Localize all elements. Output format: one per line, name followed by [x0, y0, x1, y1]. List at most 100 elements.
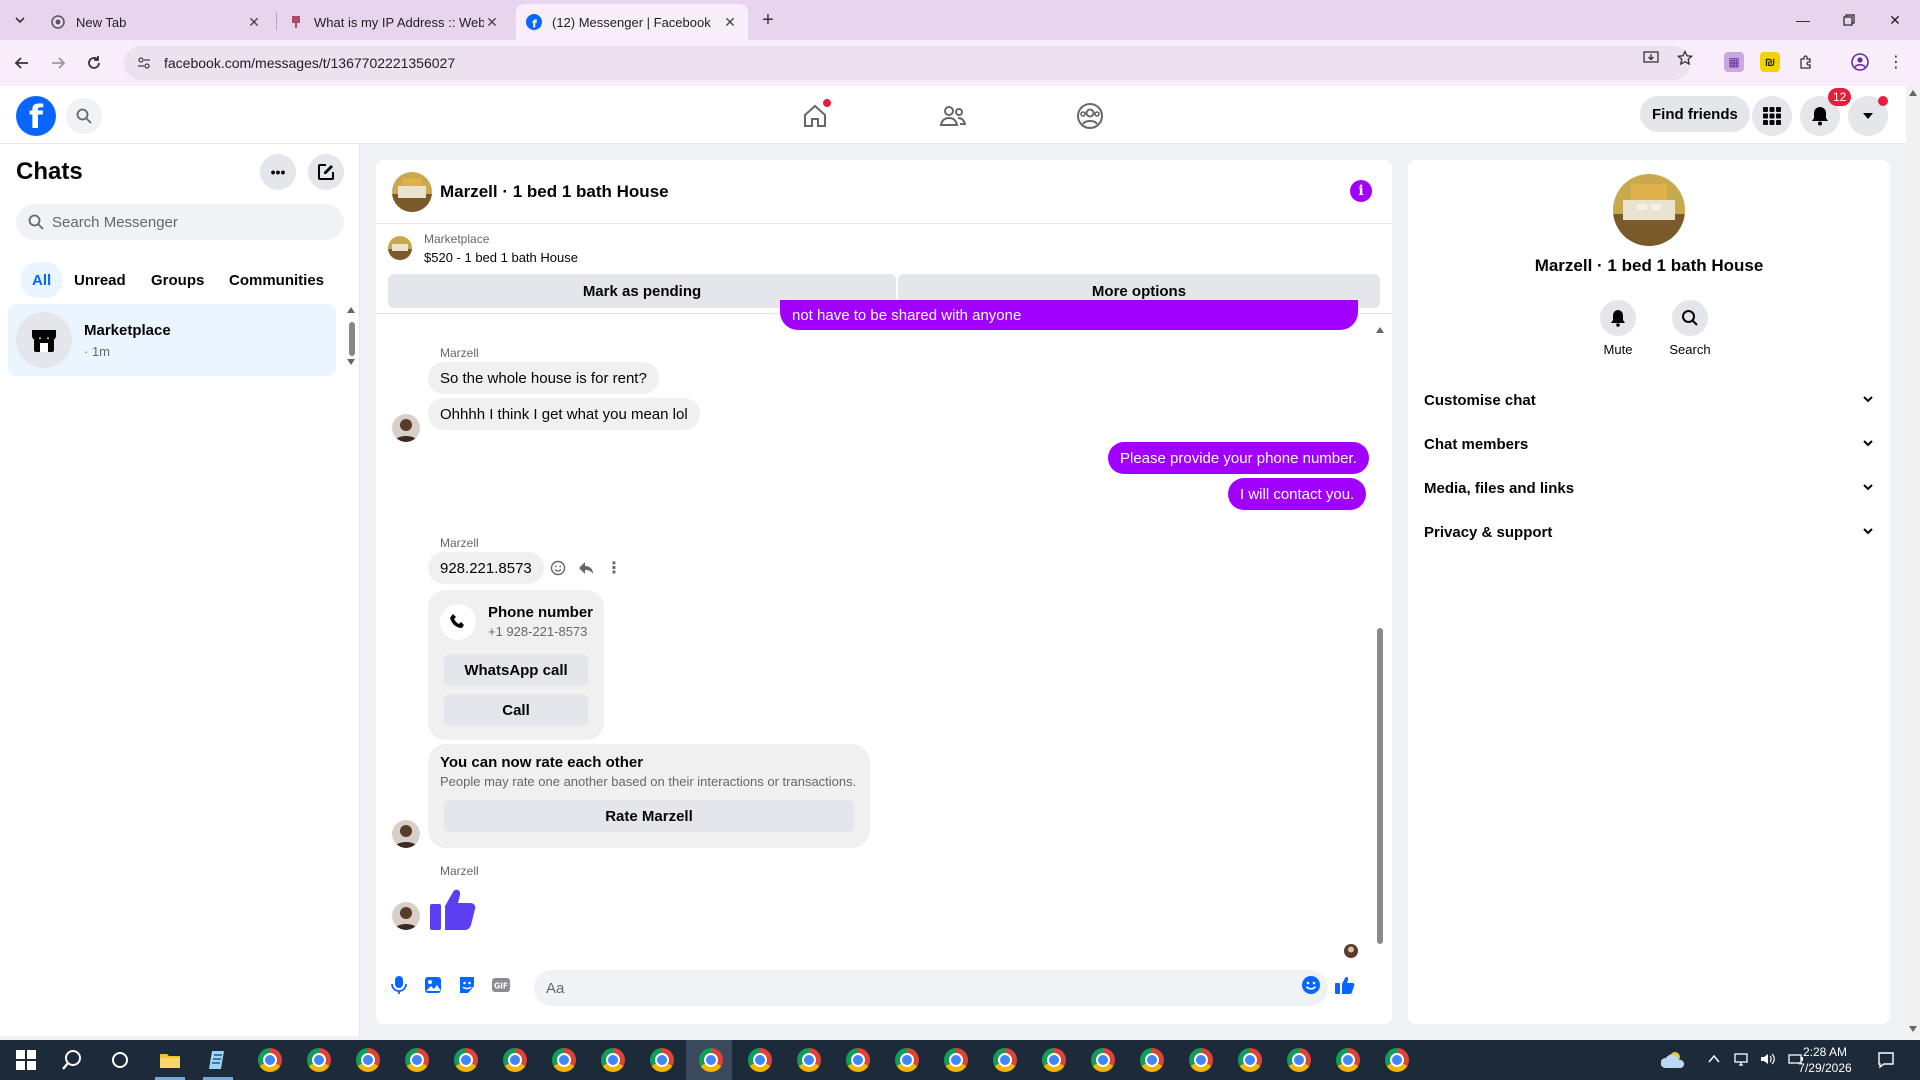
minimize-window-icon[interactable]: — — [1780, 0, 1826, 40]
chrome-taskbar-icon[interactable] — [942, 1046, 970, 1074]
browser-menu-kebab-icon[interactable]: ⋮ — [1886, 52, 1906, 72]
scrollbar-thumb[interactable] — [1377, 628, 1383, 944]
listing-avatar[interactable] — [392, 172, 432, 212]
chat-list-scrollbar[interactable] — [346, 306, 356, 366]
chrome-taskbar-icon[interactable] — [256, 1046, 284, 1074]
groups-icon[interactable] — [1072, 98, 1108, 134]
restore-window-icon[interactable] — [1826, 0, 1872, 40]
attach-image-icon[interactable] — [422, 974, 444, 996]
filter-tab-all[interactable]: All — [20, 262, 64, 298]
chrome-taskbar-icon[interactable] — [844, 1046, 872, 1074]
listing-profile-photo[interactable] — [1613, 174, 1685, 246]
listing-price-title[interactable]: $520 - 1 bed 1 bath House — [424, 250, 578, 265]
chrome-taskbar-icon[interactable] — [305, 1046, 333, 1074]
extensions-puzzle-icon[interactable] — [1796, 52, 1816, 72]
chrome-taskbar-icon[interactable] — [1138, 1046, 1166, 1074]
conversation-info-icon[interactable]: i — [1350, 180, 1372, 202]
bookmark-star-icon[interactable] — [1676, 49, 1694, 67]
reload-icon[interactable] — [82, 51, 106, 75]
chrome-taskbar-icon[interactable] — [893, 1046, 921, 1074]
new-tab-plus-icon[interactable]: + — [756, 8, 780, 32]
back-arrow-icon[interactable] — [10, 51, 34, 75]
react-emoji-icon[interactable] — [548, 558, 568, 578]
close-tab-icon[interactable]: ✕ — [246, 14, 262, 30]
incoming-message[interactable]: So the whole house is for rent? — [428, 362, 659, 394]
chat-list-item-marketplace[interactable]: Marketplace · 1m — [8, 304, 336, 376]
forward-arrow-icon[interactable] — [46, 51, 70, 75]
chrome-taskbar-icon[interactable] — [550, 1046, 578, 1074]
voice-clip-mic-icon[interactable] — [388, 974, 410, 996]
new-message-compose-icon[interactable] — [308, 154, 344, 190]
chrome-taskbar-icon[interactable] — [1187, 1046, 1215, 1074]
browser-tab-ip-address[interactable]: What is my IP Address :: WebB ✕ — [278, 4, 510, 40]
page-scrollbar[interactable] — [1906, 86, 1920, 1036]
search-messenger-input[interactable]: Search Messenger — [16, 204, 344, 240]
show-hidden-icons-chevron-icon[interactable] — [1708, 1053, 1720, 1067]
incoming-message[interactable]: Ohhhh I think I get what you mean lol — [428, 398, 700, 430]
chrome-taskbar-icon[interactable] — [1236, 1046, 1264, 1074]
message-input[interactable]: Aa — [534, 970, 1328, 1006]
scrollbar-thumb[interactable] — [349, 322, 355, 356]
send-like-thumb-icon[interactable] — [1334, 974, 1356, 996]
chrome-taskbar-icon[interactable] — [648, 1046, 676, 1074]
search-in-conversation-action[interactable]: Search — [1660, 300, 1720, 357]
tab-search-menu-icon[interactable] — [8, 8, 32, 32]
privacy-support-section[interactable]: Privacy & support — [1424, 512, 1874, 552]
weather-cloud-icon[interactable] — [1660, 1046, 1688, 1074]
browser-tab-messenger[interactable]: f (12) Messenger | Facebook ✕ — [516, 4, 748, 40]
chrome-taskbar-icon[interactable] — [991, 1046, 1019, 1074]
chrome-taskbar-icon[interactable] — [1334, 1046, 1362, 1074]
sticker-icon[interactable] — [456, 974, 478, 996]
outgoing-message[interactable]: Please provide your phone number. — [1108, 442, 1369, 474]
notepad-app-icon[interactable] — [204, 1046, 232, 1074]
facebook-logo-icon[interactable]: f — [16, 96, 56, 136]
call-button[interactable]: Call — [444, 694, 588, 726]
site-info-icon[interactable] — [136, 55, 152, 71]
facebook-search-icon[interactable] — [66, 98, 102, 134]
file-explorer-icon[interactable] — [156, 1046, 184, 1074]
address-bar[interactable]: facebook.com/messages/t/1367702221356027 — [124, 46, 1690, 80]
chrome-taskbar-icon[interactable] — [1285, 1046, 1313, 1074]
chrome-taskbar-icon[interactable] — [501, 1046, 529, 1074]
close-window-icon[interactable]: ✕ — [1872, 0, 1918, 40]
chat-options-more-icon[interactable]: ••• — [260, 154, 296, 190]
friends-icon[interactable] — [935, 98, 971, 134]
find-friends-button[interactable]: Find friends — [1640, 96, 1750, 132]
whatsapp-call-button[interactable]: WhatsApp call — [444, 654, 588, 686]
filter-tab-communities[interactable]: Communities — [217, 262, 336, 298]
menu-grid-icon[interactable] — [1752, 96, 1792, 136]
filter-tab-unread[interactable]: Unread — [62, 262, 138, 298]
close-tab-icon[interactable]: ✕ — [722, 14, 738, 30]
chrome-taskbar-icon[interactable] — [795, 1046, 823, 1074]
sender-avatar[interactable] — [392, 902, 420, 930]
chrome-taskbar-icon[interactable] — [746, 1046, 774, 1074]
sender-avatar[interactable] — [392, 820, 420, 848]
chrome-taskbar-icon[interactable] — [599, 1046, 627, 1074]
task-view-icon[interactable] — [106, 1046, 134, 1074]
network-icon[interactable] — [1734, 1052, 1748, 1069]
sender-avatar[interactable] — [392, 414, 420, 442]
chrome-taskbar-icon[interactable] — [1383, 1046, 1411, 1074]
profile-icon[interactable] — [1850, 52, 1870, 72]
chrome-taskbar-icon[interactable] — [403, 1046, 431, 1074]
taskbar-clock[interactable]: 2:28 AM 7/29/2026 — [1780, 1044, 1870, 1076]
thumbs-up-sticker-icon[interactable] — [428, 882, 480, 934]
chrome-taskbar-icon[interactable] — [1089, 1046, 1117, 1074]
chrome-taskbar-icon[interactable] — [697, 1046, 725, 1074]
chrome-taskbar-icon[interactable] — [1040, 1046, 1068, 1074]
extension-icon[interactable]: ₪ — [1760, 52, 1780, 72]
taskbar-search-icon[interactable] — [58, 1046, 86, 1074]
action-center-notification-icon[interactable] — [1872, 1046, 1900, 1074]
customise-chat-section[interactable]: Customise chat — [1424, 380, 1874, 420]
install-app-icon[interactable] — [1642, 49, 1660, 67]
reply-icon[interactable] — [576, 558, 596, 578]
mute-action[interactable]: Mute — [1588, 300, 1648, 357]
emoji-picker-icon[interactable] — [1300, 974, 1322, 996]
volume-speaker-icon[interactable] — [1760, 1052, 1776, 1069]
outgoing-message[interactable]: I will contact you. — [1228, 478, 1367, 510]
conversation-title[interactable]: Marzell · 1 bed 1 bath House — [440, 182, 669, 202]
close-tab-icon[interactable]: ✕ — [484, 14, 500, 30]
chrome-taskbar-icon[interactable] — [452, 1046, 480, 1074]
gif-icon[interactable]: GIF — [490, 974, 512, 996]
listing-thumbnail[interactable] — [388, 236, 412, 260]
